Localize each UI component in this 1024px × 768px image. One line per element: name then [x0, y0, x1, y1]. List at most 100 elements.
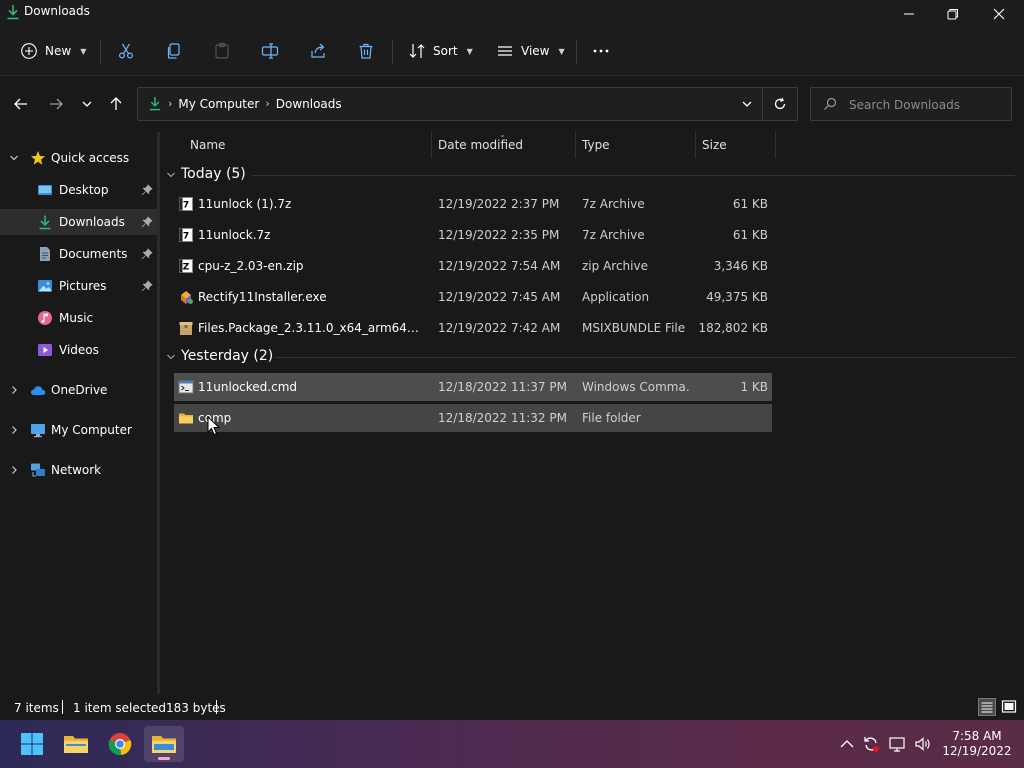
file-name: 11unlock.7z [198, 228, 271, 242]
sidebar-item-desktop[interactable]: Desktop [0, 177, 157, 203]
column-header: ⌄ Name Date modified Type Size [160, 130, 1024, 158]
volume-icon[interactable] [914, 735, 932, 753]
pin-icon [141, 184, 153, 196]
start-button[interactable] [12, 726, 52, 762]
column-name[interactable]: Name [190, 138, 225, 152]
file-explorer-icon [64, 736, 88, 753]
column-divider[interactable] [695, 132, 696, 158]
arrow-left-icon [14, 98, 27, 110]
sidebar-item-onedrive[interactable]: OneDrive [0, 377, 157, 403]
status-divider [62, 700, 63, 714]
copy-button[interactable] [165, 36, 183, 66]
column-divider[interactable] [575, 132, 576, 158]
back-button[interactable] [10, 94, 32, 114]
breadcrumb-downloads[interactable]: Downloads [276, 97, 342, 111]
column-divider[interactable] [431, 132, 432, 158]
group-header-today[interactable]: Today (5) [160, 163, 1024, 187]
network-status-icon[interactable] [888, 735, 906, 753]
taskbar-file-explorer[interactable] [56, 726, 96, 762]
file-size: 3,346 KB [713, 259, 768, 273]
file-size: 61 KB [732, 197, 768, 211]
address-bar[interactable]: › My Computer › Downloads [137, 87, 798, 121]
breadcrumb-my-computer[interactable]: My Computer [178, 97, 259, 111]
paste-button[interactable] [213, 36, 231, 66]
file-name: cpu-z_2.03-en.zip [198, 259, 304, 273]
restore-button[interactable] [930, 0, 976, 28]
chevron-right-icon [12, 466, 17, 474]
forward-button[interactable] [45, 94, 67, 114]
file-row[interactable]: 7 11unlock.7z 12/19/2022 2:35 PM 7z Arch… [174, 221, 772, 249]
clock-time: 7:58 AM [952, 729, 1002, 743]
file-name: Rectify11Installer.exe [198, 290, 327, 304]
file-type: Windows Comma... [582, 380, 690, 394]
up-button[interactable] [105, 94, 127, 114]
sidebar-label: Network [51, 463, 102, 477]
file-row[interactable]: 7 11unlock (1).7z 12/19/2022 2:37 PM 7z … [174, 190, 772, 218]
details-view-icon[interactable] [978, 698, 996, 716]
more-options-button[interactable] [592, 36, 610, 66]
plus-circle-icon [21, 43, 37, 59]
sidebar-item-pictures[interactable]: Pictures [0, 273, 157, 299]
search-input[interactable] [849, 96, 1004, 114]
sidebar-item-videos[interactable]: Videos [0, 337, 157, 363]
sidebar-item-quick-access[interactable]: Quick access [0, 145, 157, 171]
sidebar-item-my-computer[interactable]: My Computer [0, 417, 157, 443]
column-date-modified[interactable]: Date modified [438, 138, 523, 152]
chevron-down-icon: ▼ [466, 46, 473, 56]
cmd-script-icon [178, 380, 194, 394]
pictures-icon [38, 280, 52, 292]
column-size[interactable]: Size [702, 138, 727, 152]
file-list: ⌄ Name Date modified Type Size Today (5)… [160, 130, 1024, 694]
file-size: 1 KB [740, 380, 768, 394]
music-icon [38, 311, 52, 325]
recent-locations-button[interactable] [76, 94, 98, 114]
system-clock[interactable]: 7:58 AM 12/19/2022 [938, 729, 1016, 759]
file-row[interactable]: 11unlocked.cmd 12/18/2022 11:37 PM Windo… [174, 373, 772, 401]
sidebar-item-documents[interactable]: Documents [0, 241, 157, 267]
cut-button[interactable] [117, 36, 135, 66]
7z-archive-icon: 7 [179, 197, 193, 211]
group-header-yesterday[interactable]: Yesterday (2) [160, 345, 1024, 369]
sync-alert-icon[interactable] [862, 735, 880, 753]
chevron-up-icon[interactable] [838, 735, 856, 753]
sidebar-label: OneDrive [51, 383, 108, 397]
file-row[interactable]: Rectify11Installer.exe 12/19/2022 7:45 A… [174, 283, 772, 311]
file-type: Application [582, 290, 650, 304]
search-box[interactable] [810, 87, 1012, 121]
minimize-icon [904, 13, 914, 15]
minimize-button[interactable] [886, 0, 932, 28]
sidebar-item-downloads[interactable]: Downloads [0, 209, 157, 235]
computer-icon [31, 424, 45, 438]
toolbar-divider [392, 40, 393, 64]
sidebar-item-music[interactable]: Music [0, 305, 157, 331]
sidebar-label: Videos [59, 343, 99, 357]
rename-button[interactable] [261, 36, 279, 66]
file-row[interactable]: comp 12/18/2022 11:32 PM File folder [174, 404, 772, 432]
tiles-view-icon[interactable] [1000, 698, 1018, 716]
address-history-chevron-icon[interactable] [740, 97, 754, 111]
package-icon [179, 322, 193, 335]
taskbar-chrome[interactable] [100, 726, 140, 762]
close-button[interactable] [976, 0, 1022, 28]
pin-icon [141, 216, 153, 228]
file-type: zip Archive [582, 259, 648, 273]
document-icon [40, 247, 50, 261]
chevron-right-icon [12, 386, 17, 394]
file-type: 7z Archive [582, 228, 645, 242]
chevron-down-icon: ▼ [80, 46, 87, 56]
download-arrow-icon [39, 215, 51, 230]
delete-button[interactable] [357, 36, 375, 66]
restore-icon [947, 9, 958, 20]
new-button[interactable]: New ▼ [20, 36, 86, 66]
file-row[interactable]: Files.Package_2.3.11.0_x64_arm64_Sidelo.… [174, 314, 772, 342]
sort-button[interactable]: Sort ▼ [408, 36, 473, 66]
column-divider[interactable] [775, 132, 776, 158]
taskbar-file-explorer-active[interactable] [144, 726, 184, 762]
view-button[interactable]: View ▼ [496, 36, 565, 66]
column-type[interactable]: Type [582, 138, 610, 152]
file-row[interactable]: Z cpu-z_2.03-en.zip 12/19/2022 7:54 AM z… [174, 252, 772, 280]
refresh-icon[interactable] [773, 97, 787, 111]
share-button[interactable] [309, 36, 327, 66]
sidebar-item-network[interactable]: Network [0, 457, 157, 483]
selection-count: 1 item selected [73, 701, 167, 715]
